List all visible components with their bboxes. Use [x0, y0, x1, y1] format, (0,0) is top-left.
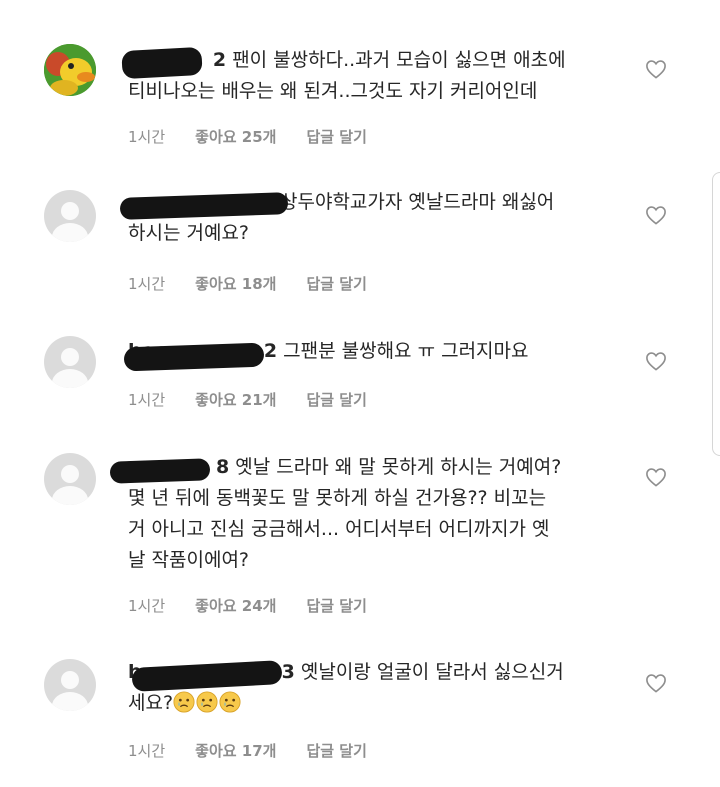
emoji-group — [173, 691, 242, 714]
comment-meta: 1시간 좋아요 21개 답글 달기 — [128, 390, 397, 410]
avatar[interactable] — [44, 453, 96, 505]
scrollbar[interactable] — [712, 172, 720, 456]
comment-body: 그팬분 불쌍해요 ㅠ 그러지마요 — [283, 340, 529, 362]
crying-face-emoji — [173, 691, 195, 713]
reply-button[interactable]: 답글 달기 — [306, 391, 366, 409]
comment-username[interactable]: becac2 — [123, 340, 277, 372]
reply-button[interactable]: 답글 달기 — [306, 275, 366, 293]
comment-username[interactable]: 8 — [109, 456, 229, 484]
comment-username[interactable]: b3 — [128, 660, 295, 692]
comment-username[interactable] — [119, 191, 289, 220]
comment-time: 1시간 — [128, 391, 166, 409]
comment-text: 상두야학교가자 옛날드라마 왜싫어 하시는 거예요? — [119, 187, 628, 249]
comment-time: 1시간 — [128, 128, 166, 146]
avatar[interactable] — [44, 659, 96, 711]
reply-button[interactable]: 답글 달기 — [306, 597, 366, 615]
avatar[interactable] — [44, 44, 96, 96]
redaction-mark — [131, 660, 283, 692]
reply-button[interactable]: 답글 달기 — [306, 128, 366, 146]
comment-meta: 1시간 좋아요 25개 답글 달기 — [128, 127, 397, 147]
heart-outline-icon[interactable] — [645, 205, 667, 225]
default-avatar-icon — [61, 202, 79, 220]
comment-meta: 1시간 좋아요 24개 답글 달기 — [128, 596, 397, 616]
comment-time: 1시간 — [128, 742, 166, 760]
heart-outline-icon[interactable] — [645, 351, 667, 371]
like-count[interactable]: 좋아요 17개 — [195, 742, 276, 760]
avatar[interactable] — [44, 336, 96, 388]
redaction-mark — [123, 342, 265, 372]
crying-face-emoji — [196, 691, 218, 713]
like-count[interactable]: 좋아요 18개 — [195, 275, 276, 293]
comment-meta: 1시간 좋아요 17개 답글 달기 — [128, 741, 397, 761]
default-avatar-icon — [61, 348, 79, 366]
redaction-mark — [121, 46, 203, 80]
comment-time: 1시간 — [128, 597, 166, 615]
comment-text: b3 옛날이랑 얼굴이 달라서 싫으신거 세요? — [128, 657, 628, 719]
avatar[interactable] — [44, 190, 96, 242]
comment-text: becac2 그팬분 불쌍해요 ㅠ 그러지마요 — [123, 336, 628, 372]
default-avatar-icon — [61, 671, 79, 689]
avatar-silhouette — [52, 369, 88, 388]
like-count[interactable]: 좋아요 24개 — [195, 597, 276, 615]
redaction-mark — [119, 192, 289, 220]
comment-text: 8 옛날 드라마 왜 말 못하게 하시는 거예여? 몇 년 뒤에 동백꽃도 말 … — [109, 452, 628, 576]
heart-outline-icon[interactable] — [645, 59, 667, 79]
heart-outline-icon[interactable] — [645, 467, 667, 487]
reply-button[interactable]: 답글 달기 — [306, 742, 366, 760]
avatar-silhouette — [52, 486, 88, 505]
comment-text: yi2 팬이 불쌍하다..과거 모습이 싫으면 애초에 티비나오는 배우는 왜 … — [121, 45, 628, 107]
crying-face-emoji — [219, 691, 241, 713]
comment-meta: 1시간 좋아요 18개 답글 달기 — [128, 274, 397, 294]
comment-username[interactable]: yi2 — [121, 46, 226, 80]
avatar-silhouette — [52, 692, 88, 711]
default-avatar-icon — [61, 465, 79, 483]
duck-avatar-icon — [44, 44, 96, 96]
heart-outline-icon[interactable] — [645, 673, 667, 693]
comment-time: 1시간 — [128, 275, 166, 293]
redaction-mark — [109, 458, 211, 484]
like-count[interactable]: 좋아요 25개 — [195, 128, 276, 146]
like-count[interactable]: 좋아요 21개 — [195, 391, 276, 409]
avatar-silhouette — [52, 223, 88, 242]
